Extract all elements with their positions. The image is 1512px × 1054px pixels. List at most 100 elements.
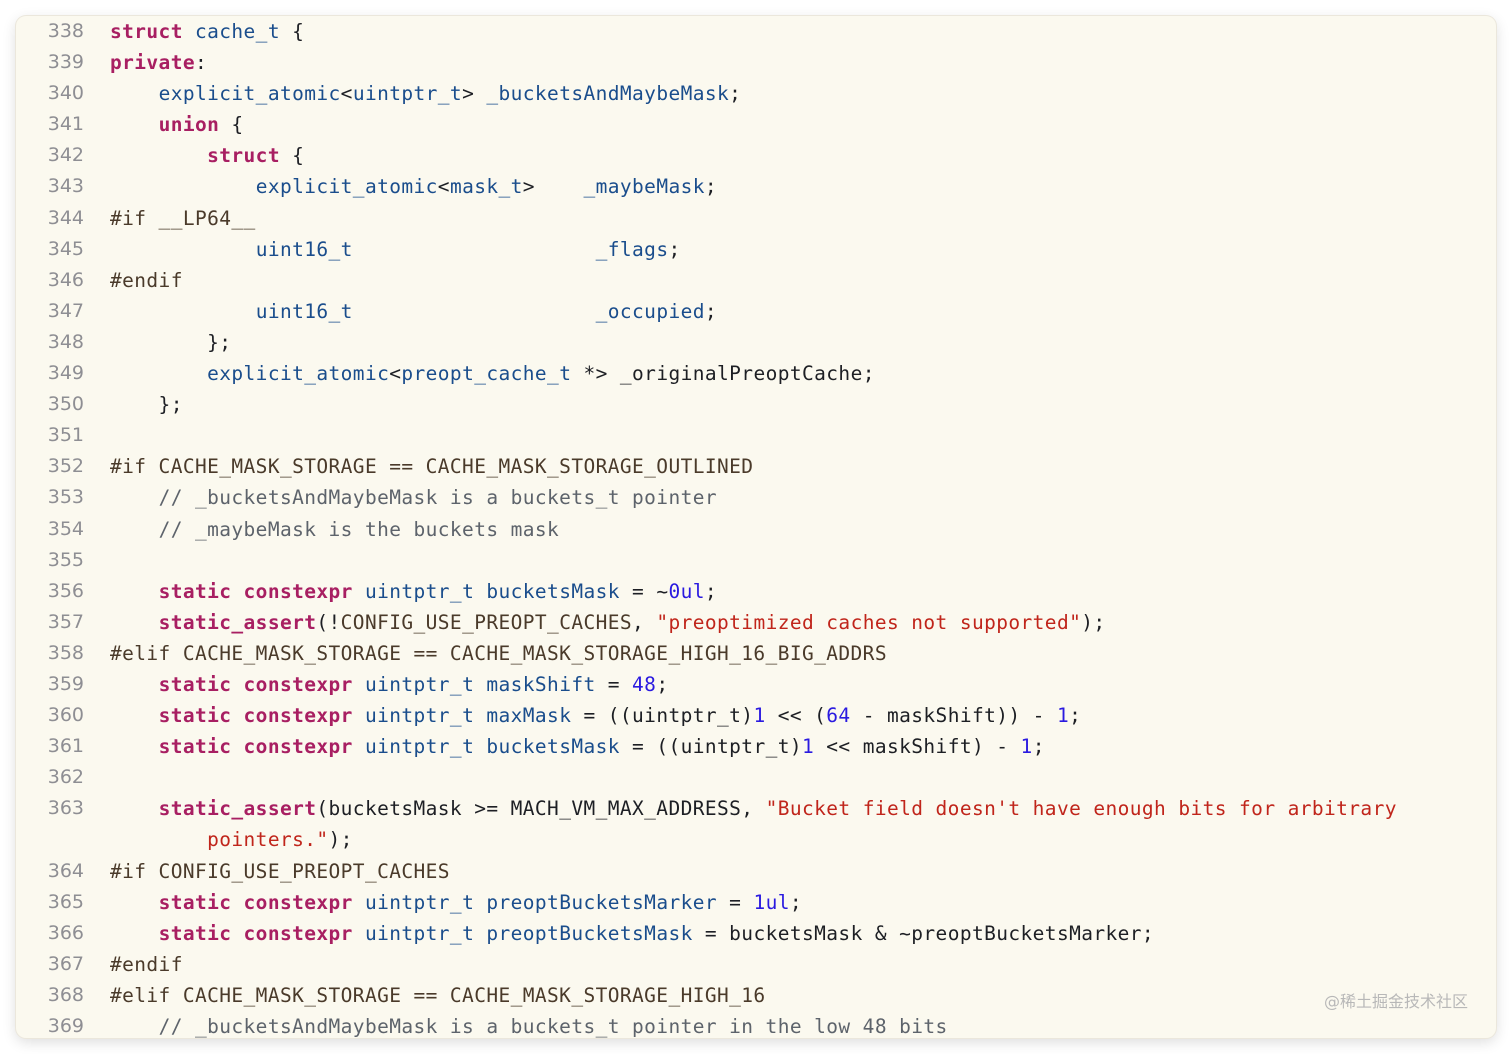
line-number: 342	[47, 144, 84, 167]
type-token: uintptr_t	[364, 704, 475, 728]
line-number: 339	[47, 51, 84, 74]
code-token: >	[522, 175, 584, 199]
code-line: 361 static constexpr uintptr_t bucketsMa…	[16, 731, 1496, 762]
line-number: 358	[47, 641, 84, 664]
keyword-token: static	[158, 704, 232, 728]
code-token: ;	[1069, 704, 1082, 728]
comment-token: // _bucketsAndMaybeMask is a buckets_t p…	[158, 1015, 948, 1038]
line-number: 341	[47, 113, 84, 136]
code-editor[interactable]: 338 struct cache_t {339 private: 340 explic…	[16, 16, 1496, 1038]
type-token: explicit_atomic	[158, 82, 341, 106]
comment-token: // _maybeMask is the buckets mask	[158, 517, 560, 541]
keyword-token: private	[110, 51, 195, 75]
code-token: *> _originalPreoptCache;	[571, 362, 875, 386]
line-number: 364	[47, 859, 84, 882]
code-text: static_assert(!CONFIG_USE_PREOPT_CACHES,…	[110, 607, 1478, 638]
number-literal: 1ul	[753, 890, 790, 914]
number-literal: 1	[1020, 735, 1033, 759]
code-line: 346 #endif	[16, 265, 1496, 296]
symbol-token: preoptBucketsMask	[486, 921, 693, 945]
code-line: 352 #if CACHE_MASK_STORAGE == CACHE_MASK_…	[16, 451, 1496, 482]
code-token: :	[194, 51, 208, 75]
number-literal: 64	[826, 704, 851, 728]
code-text: // _maybeMask is the buckets mask	[110, 514, 1478, 545]
line-number: 363	[47, 797, 84, 820]
line-number: 361	[47, 735, 84, 758]
code-text: static constexpr uintptr_t preoptBuckets…	[110, 918, 1478, 949]
code-token: (bucketsMask >= MACH_VM_MAX_ADDRESS,	[316, 797, 766, 821]
code-text: explicit_atomic<uintptr_t> _bucketsAndMa…	[110, 78, 1478, 109]
line-number: 355	[47, 548, 84, 571]
type-token: uintptr_t	[364, 735, 475, 759]
type-token: cache_t	[194, 20, 280, 43]
line-number: 354	[47, 517, 84, 540]
type-token: explicit_atomic	[255, 175, 438, 199]
number-literal: 0ul	[668, 579, 705, 603]
type-token: uintptr_t	[352, 82, 463, 106]
code-text: static constexpr uintptr_t maxMask = ((u…	[110, 700, 1478, 731]
code-token: ;	[1032, 735, 1045, 759]
code-text: static_assert(bucketsMask >= MACH_VM_MAX…	[110, 793, 1478, 855]
code-line: 357 static_assert(!CONFIG_USE_PREOPT_CAC…	[16, 607, 1496, 638]
line-number: 349	[47, 362, 84, 385]
code-text: struct {	[110, 140, 1478, 171]
string-literal: "preoptimized caches not supported"	[656, 610, 1082, 634]
line-number: 348	[47, 330, 84, 353]
code-line: 362	[16, 762, 1496, 793]
code-line: 340 explicit_atomic<uintptr_t> _bucketsA…	[16, 78, 1496, 109]
keyword-token: struct	[110, 20, 183, 43]
code-line: 348 };	[16, 327, 1496, 358]
code-line: 365 static constexpr uintptr_t preoptBuc…	[16, 887, 1496, 918]
code-text: uint16_t _occupied;	[110, 296, 1478, 327]
code-text: static constexpr uintptr_t bucketsMask =…	[110, 731, 1478, 762]
code-token: ,	[632, 610, 657, 634]
type-token: uintptr_t	[364, 579, 475, 603]
code-token: = bucketsMask & ~preoptBucketsMarker;	[692, 921, 1155, 945]
code-line: 347 uint16_t _occupied;	[16, 296, 1496, 327]
code-text: #if CACHE_MASK_STORAGE == CACHE_MASK_STO…	[110, 451, 1478, 482]
keyword-token: union	[158, 113, 220, 137]
line-number: 368	[47, 983, 84, 1006]
keyword-token: struct	[207, 144, 280, 168]
comment-token: // _bucketsAndMaybeMask is a buckets_t p…	[158, 486, 718, 510]
line-number: 366	[47, 921, 84, 944]
code-token: <	[437, 175, 450, 199]
line-number: 360	[47, 704, 84, 727]
code-token: {	[279, 20, 305, 43]
line-number: 357	[47, 610, 84, 633]
keyword-token: static	[158, 921, 232, 945]
type-token: uintptr_t	[364, 672, 475, 696]
keyword-token: static	[158, 890, 232, 914]
code-line: 366 static constexpr uintptr_t preoptBuc…	[16, 918, 1496, 949]
code-text: #if __LP64__	[110, 203, 1478, 234]
code-token: << (	[765, 704, 827, 728]
code-line: 359 static constexpr uintptr_t maskShift…	[16, 669, 1496, 700]
number-literal: 48	[632, 672, 657, 696]
number-literal: 1	[802, 735, 815, 759]
watermark: @稀土掘金技术社区	[1323, 992, 1468, 1011]
symbol-token: maskShift	[486, 672, 596, 696]
code-line: 355	[16, 545, 1496, 576]
code-token: = ~	[619, 579, 669, 603]
